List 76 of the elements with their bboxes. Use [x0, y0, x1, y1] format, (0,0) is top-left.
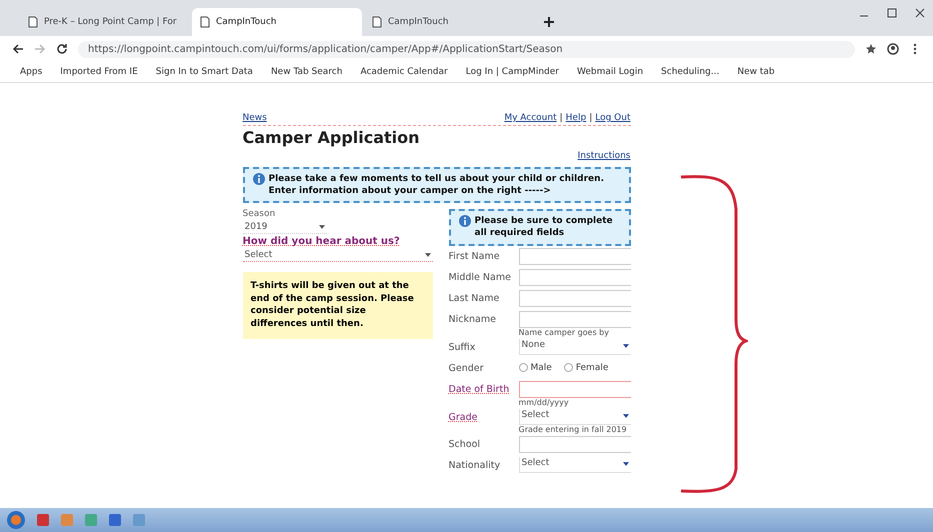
- account-link[interactable]: Log Out: [595, 113, 630, 123]
- profile-icon[interactable]: [887, 43, 899, 55]
- forward-icon[interactable]: [34, 43, 46, 55]
- field-label: Suffix: [448, 340, 476, 353]
- radio-option[interactable]: Male: [518, 362, 552, 373]
- referral-select[interactable]: Select: [242, 249, 432, 262]
- close-icon[interactable]: [915, 8, 925, 18]
- dropdown[interactable]: None: [518, 338, 630, 355]
- browser-tab[interactable]: CampInTouch: [192, 8, 362, 36]
- bookmark[interactable]: New Tab Search: [270, 67, 342, 77]
- info-text: Please take a few moments to tell us about your child or children. Enter information about your camper on the right ----->: [268, 173, 605, 198]
- link-separator: |: [589, 113, 592, 123]
- browser-tab[interactable]: CampInTouch: [364, 8, 534, 36]
- taskbar-app-icon[interactable]: [36, 513, 50, 527]
- bookmark[interactable]: Log In | CampMinder: [466, 67, 559, 77]
- field-label: Nickname: [448, 312, 497, 325]
- input-field[interactable]: [518, 248, 630, 265]
- bookmark[interactable]: Imported From IE: [60, 67, 138, 77]
- field-label: Gender: [448, 362, 485, 374]
- taskbar-app-icon[interactable]: [132, 513, 146, 527]
- input-field[interactable]: [518, 268, 630, 286]
- field-label: First Name: [448, 250, 501, 262]
- field-label: Last Name: [448, 292, 500, 304]
- input-field[interactable]: [518, 290, 630, 307]
- new-tab-icon[interactable]: [544, 17, 554, 27]
- dropdown-arrow-icon: [622, 344, 628, 348]
- info-icon: [252, 173, 264, 185]
- info-text: Please be sure to complete all required fields: [474, 215, 614, 240]
- bookmark[interactable]: Webmail Login: [576, 67, 644, 77]
- dropdown-arrow-icon: [622, 462, 628, 466]
- start-icon[interactable]: [6, 510, 26, 530]
- taskbar-app-icon[interactable]: [108, 513, 122, 527]
- browser-tab[interactable]: Pre-K – Long Point Camp | For: [20, 8, 190, 36]
- page-icon: [200, 16, 210, 28]
- dropdown-arrow-icon: [622, 414, 628, 418]
- season-label: Season: [242, 209, 276, 220]
- news-link[interactable]: News: [242, 113, 267, 123]
- bookmark[interactable]: New tab: [737, 67, 775, 77]
- field-hint: Name camper goes by: [518, 328, 610, 337]
- dropdown[interactable]: Select: [518, 456, 630, 473]
- info-icon: [458, 215, 470, 228]
- dropdown[interactable]: Select: [518, 408, 630, 425]
- dropdown-arrow-icon: [424, 253, 430, 258]
- field-label: Nationality: [448, 458, 502, 471]
- reload-icon[interactable]: [56, 43, 68, 55]
- link-separator: |: [560, 113, 563, 123]
- referral-label: How did you hear about us?: [242, 236, 401, 248]
- field-label: School: [448, 438, 482, 450]
- field-label: Grade: [448, 410, 478, 423]
- page-icon: [28, 16, 38, 28]
- bookmark[interactable]: Academic Calendar: [360, 67, 448, 77]
- taskbar-app-icon[interactable]: [60, 513, 74, 527]
- bookmark[interactable]: Apps: [20, 67, 42, 77]
- input-field[interactable]: [518, 310, 630, 328]
- radio-option[interactable]: Female: [564, 362, 608, 373]
- address-field[interactable]: https://longpoint.campintouch.com/ui/forms/application/camper/App#/ApplicationStart/Season: [78, 40, 855, 58]
- maximize-icon[interactable]: [887, 8, 897, 18]
- instructions-link[interactable]: Instructions: [578, 151, 630, 161]
- dropdown-arrow-icon: [318, 225, 324, 230]
- page-icon: [372, 16, 382, 28]
- input-field[interactable]: [518, 380, 630, 398]
- account-link[interactable]: My Account: [504, 113, 557, 123]
- input-field[interactable]: [518, 436, 630, 453]
- star-icon[interactable]: [865, 43, 877, 55]
- tshirt-note: T-shirts will be given out at the end of the camp session. Please consider potential size differences until then.: [242, 272, 432, 339]
- season-select[interactable]: 2019: [242, 221, 326, 234]
- bookmark[interactable]: Scheduling...: [661, 67, 720, 77]
- taskbar-app-icon[interactable]: [84, 513, 98, 527]
- page-title: Camper Application: [242, 128, 421, 147]
- back-icon[interactable]: [12, 43, 24, 55]
- field-label: Date of Birth: [448, 382, 510, 395]
- bookmark[interactable]: Sign In to Smart Data: [156, 67, 253, 77]
- field-label: Middle Name: [448, 270, 512, 283]
- account-link[interactable]: Help: [566, 113, 586, 123]
- field-hint: mm/dd/yyyy: [518, 398, 570, 407]
- field-hint: Grade entering in fall 2019: [518, 424, 628, 434]
